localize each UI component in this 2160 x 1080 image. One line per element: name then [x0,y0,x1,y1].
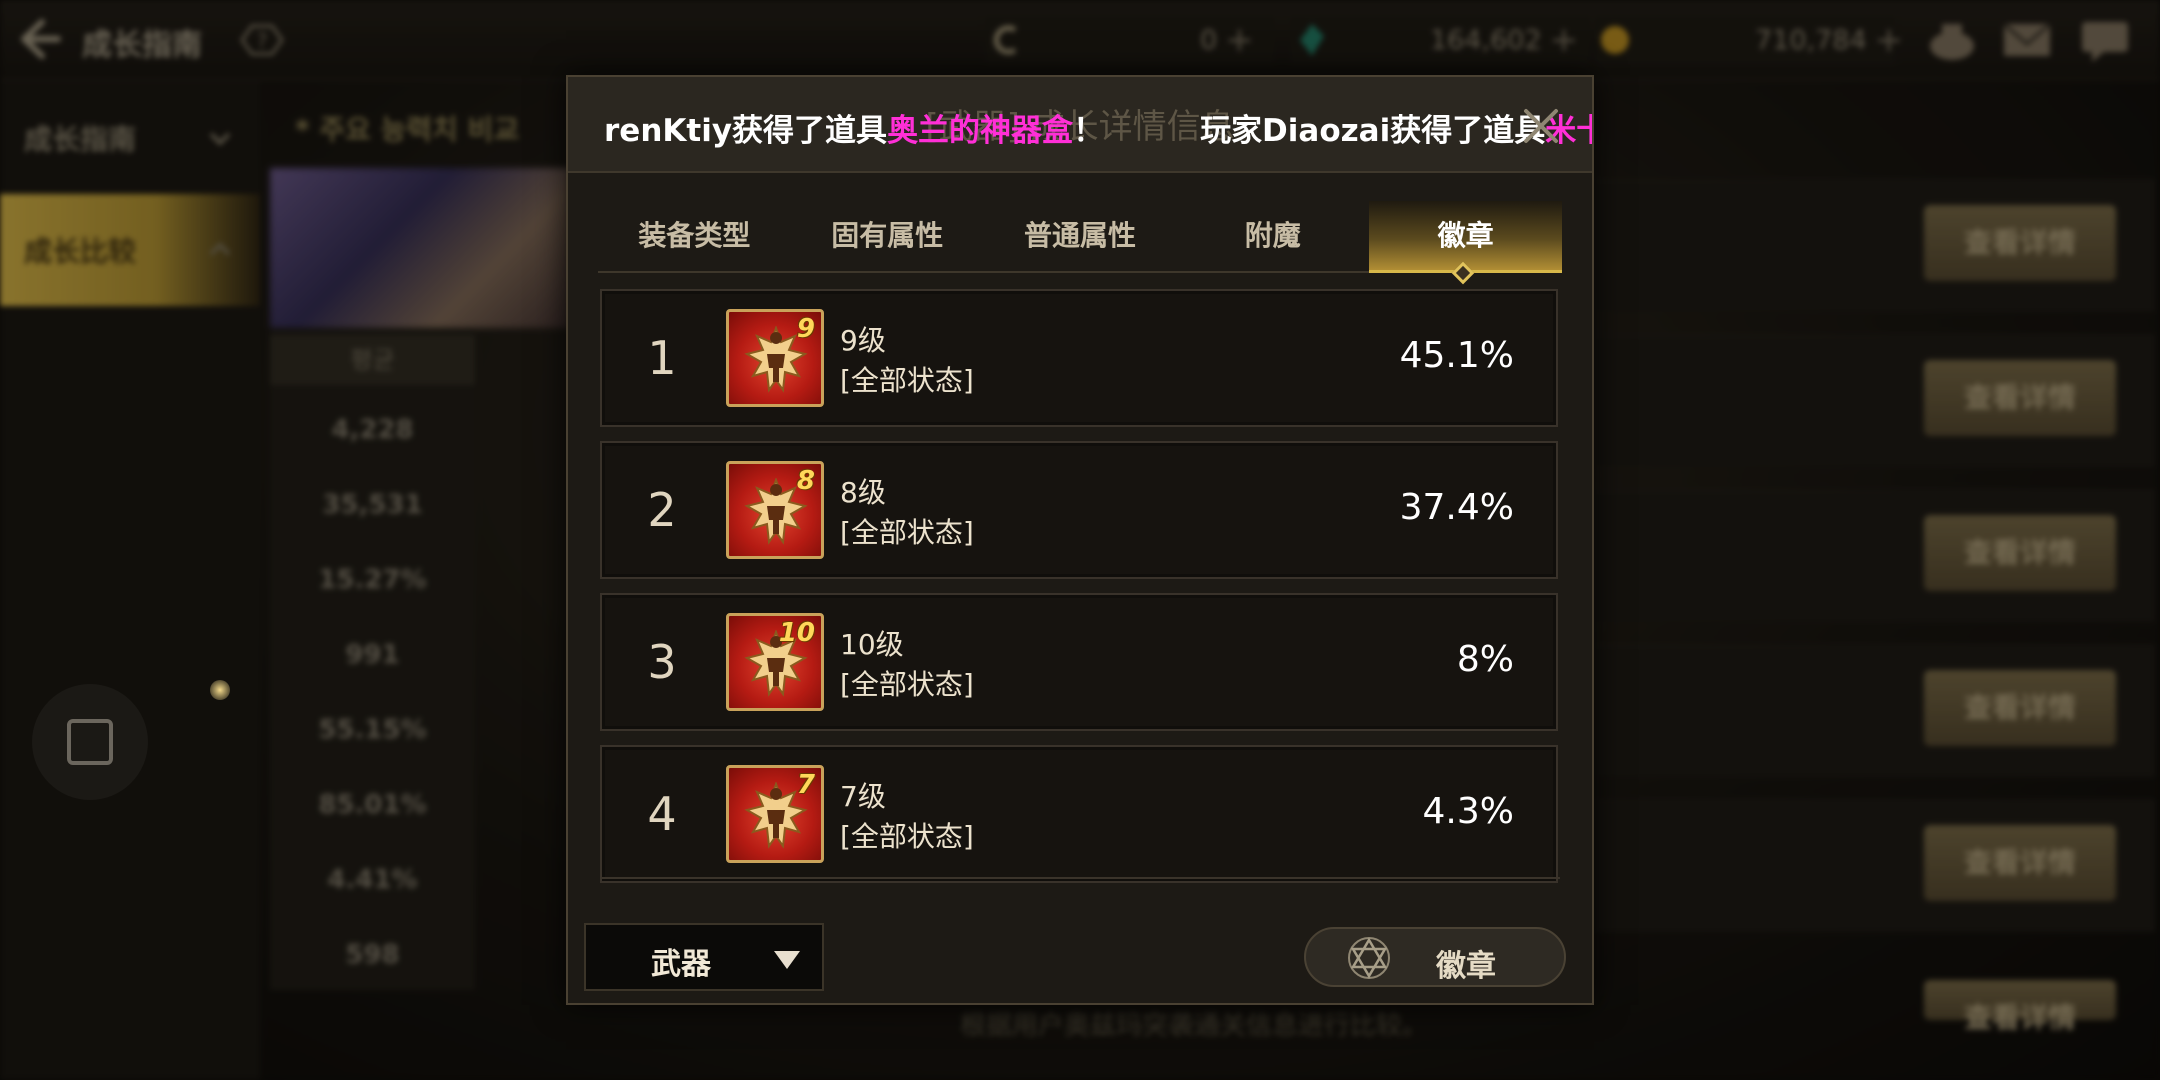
badge-level: 9 [796,314,815,344]
ticker-text: renKtiy获得了道具 [604,113,888,149]
weapon-dropdown-label: 武器 [651,947,711,982]
active-tab-indicator [1451,261,1475,285]
emblem-button[interactable]: 徽章 [1304,927,1566,987]
usage-percent: 4.3% [1422,791,1514,832]
rank-number: 4 [647,787,677,841]
tab-bar: 装备类型 固有属性 普通属性 附魔 徽章 [598,201,1562,285]
floating-square-button[interactable] [32,684,148,800]
badge-level: 7 [796,770,815,800]
emblem-stat: [全部状态] [840,516,974,549]
emblem-ranking-list[interactable]: 1 9 9级 [全部状态] 45.1% 2 8 8级 [全部状态] 37.4% … [598,289,1562,889]
growth-detail-modal: [武器] 成长详情信息 renKtiy获得了道具奥兰的神器盒！ 玩家Diaozai… [566,75,1594,1005]
emblem-button-label: 徽章 [1436,949,1496,984]
emblem-badge: 8 [726,461,824,559]
emblem-level: 7级 [840,780,886,813]
list-item[interactable]: 1 9 9级 [全部状态] 45.1% [600,289,1558,427]
list-item[interactable]: 4 7 7级 [全部状态] 4.3% [600,745,1558,883]
ticker-text: ！ [1073,113,1105,149]
triangle-down-icon [774,951,800,969]
weapon-dropdown[interactable]: 武器 [584,923,824,991]
tab-enchant[interactable]: 附魔 [1176,201,1369,273]
close-icon[interactable] [1518,103,1564,149]
tab-equipment-type[interactable]: 装备类型 [598,201,791,273]
emblem-badge: 7 [726,765,824,863]
modal-header: [武器] 成长详情信息 renKtiy获得了道具奥兰的神器盒！ 玩家Diaozai… [568,77,1592,173]
tab-common-attributes[interactable]: 普通属性 [984,201,1177,273]
ticker-text: 玩家Diaozai获得了道具 [1200,113,1546,149]
emblem-badge: 10 [726,613,824,711]
emblem-badge: 9 [726,309,824,407]
usage-percent: 8% [1456,639,1514,680]
rank-number: 1 [647,331,677,385]
hexagram-icon [1348,937,1390,979]
rank-number: 3 [647,635,677,689]
square-icon [67,719,113,765]
emblem-stat: [全部状态] [840,820,974,853]
usage-percent: 37.4% [1399,487,1514,528]
usage-percent: 45.1% [1399,335,1514,376]
badge-level: 10 [778,618,815,648]
tab-emblem-label: 徽章 [1437,219,1494,252]
emblem-level: 8级 [840,476,886,509]
emblem-level: 9级 [840,324,886,357]
tab-inherent-attributes[interactable]: 固有属性 [791,201,984,273]
badge-level: 8 [796,466,815,496]
list-divider [600,877,1560,887]
sparkle-icon [210,680,230,700]
ticker-item: 奥兰的神器盒 [887,113,1074,149]
emblem-level: 10级 [840,628,904,661]
list-item[interactable]: 3 10 10级 [全部状态] 8% [600,593,1558,731]
rank-number: 2 [647,483,677,537]
tab-emblem[interactable]: 徽章 [1369,201,1562,285]
broadcast-ticker: renKtiy获得了道具奥兰的神器盒！玩家Diaozai获得了道具米卡埃 [604,105,1592,150]
emblem-stat: [全部状态] [840,364,974,397]
emblem-stat: [全部状态] [840,668,974,701]
list-item[interactable]: 2 8 8级 [全部状态] 37.4% [600,441,1558,579]
